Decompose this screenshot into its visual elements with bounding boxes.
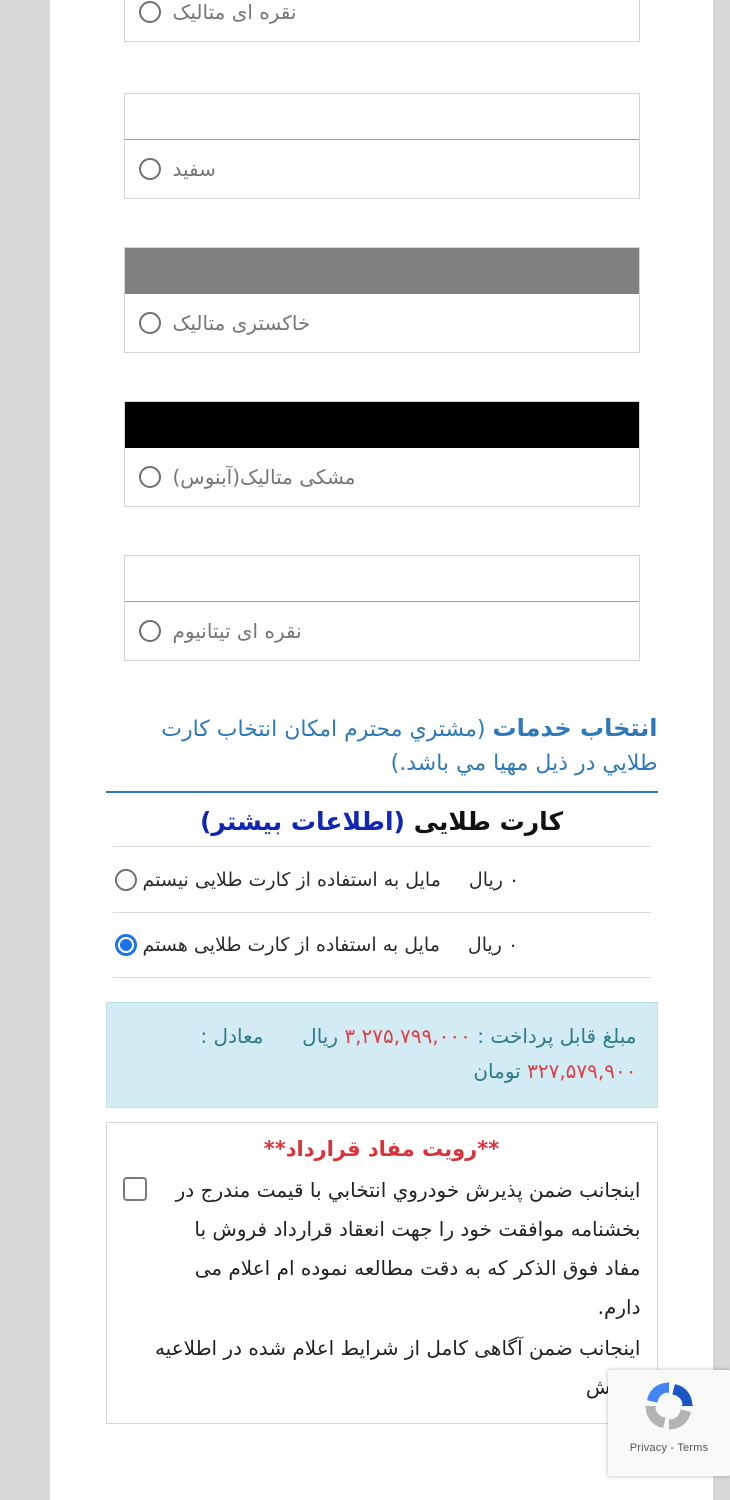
color-radio-titanium-silver[interactable]	[138, 620, 161, 642]
gold-card-option-price: ۰ ریال	[468, 868, 520, 891]
gold-card-option-price: ۰ ریال	[467, 934, 519, 957]
gold-card-option-label: مایل به استفاده از کارت طلایی نیستم	[142, 868, 441, 891]
gold-card-title: کارت طلایی (اطلاعات بیشتر)	[113, 793, 651, 846]
recaptcha-logo-icon	[608, 1370, 730, 1442]
recaptcha-privacy-link[interactable]: Privacy	[630, 1442, 667, 1454]
contract-accept-row[interactable]: اینجانب ضمن پذیرش خودروي انتخابي با قیمت…	[122, 1171, 641, 1327]
page-root: نقره ای متالیک سفید خاکستری متالیک مشکی …	[0, 0, 730, 1500]
gold-card-radio-decline[interactable]	[114, 868, 137, 891]
color-option-row[interactable]: مشکی متالیک(آبنوس)	[125, 448, 639, 506]
form-content: نقره ای متالیک سفید خاکستری متالیک مشکی …	[50, 0, 713, 1425]
contract-terms-title: **رویت مفاد قرارداد**	[263, 1137, 500, 1162]
color-option-row[interactable]: سفید	[125, 140, 639, 198]
color-option-label: نقره ای متالیک	[172, 0, 297, 24]
color-option-row[interactable]: نقره ای تیتانیوم	[125, 602, 639, 660]
equivalent-amount-currency: تومان	[473, 1059, 521, 1084]
services-section-heading: انتخاب خدمات (مشتري محترم امکان انتخاب ک…	[105, 710, 658, 794]
color-swatch-white	[124, 94, 639, 140]
gold-card-block: کارت طلایی (اطلاعات بیشتر) مایل به استفا…	[112, 793, 651, 979]
color-swatch-gray-metallic	[124, 248, 639, 294]
gold-card-option-label: مایل به استفاده از کارت طلایی هستم	[142, 934, 440, 957]
color-option-label: سفید	[172, 157, 216, 181]
color-option-row[interactable]: خاکستری متالیک	[125, 294, 639, 352]
contract-terms-box: **رویت مفاد قرارداد** اینجانب ضمن پذیرش …	[105, 1122, 658, 1425]
color-option-card[interactable]: مشکی متالیک(آبنوس)	[123, 401, 640, 507]
contract-accept-checkbox[interactable]	[122, 1177, 147, 1202]
color-option-label: خاکستری متالیک	[172, 311, 311, 335]
color-swatch-black-metallic	[124, 402, 639, 448]
color-option-card[interactable]: نقره ای متالیک	[123, 0, 640, 42]
equivalent-amount-label: معادل :	[200, 1024, 264, 1049]
contract-accept-text: اینجانب ضمن پذیرش خودروي انتخابي با قیمت…	[175, 1178, 641, 1320]
page-sheet: نقره ای متالیک سفید خاکستری متالیک مشکی …	[50, 0, 713, 1500]
color-option-card[interactable]: سفید	[123, 93, 640, 199]
payable-amount-currency: ریال	[302, 1024, 339, 1049]
color-swatch-titanium-silver	[124, 556, 639, 602]
payable-amount-label: مبلغ قابل پرداخت :	[477, 1024, 637, 1049]
services-heading-strong: انتخاب خدمات	[492, 714, 658, 742]
gold-card-title-text: کارت طلایی	[413, 807, 564, 837]
color-option-label: نقره ای تیتانیوم	[172, 619, 302, 643]
gold-card-option-row[interactable]: مایل به استفاده از کارت طلایی هستم ۰ ریا…	[112, 912, 651, 979]
recaptcha-separator: -	[670, 1442, 675, 1454]
color-option-label: مشکی متالیک(آبنوس)	[172, 465, 356, 489]
contract-next-paragraph: اینجانب ضمن آگاهی کامل از شرایط اعلام شد…	[154, 1336, 641, 1399]
recaptcha-terms-link[interactable]: Terms	[677, 1442, 708, 1454]
color-option-card[interactable]: خاکستری متالیک	[123, 247, 640, 353]
gold-card-radio-accept[interactable]	[114, 934, 137, 957]
payable-amount-box: مبلغ قابل پرداخت : ۳,۲۷۵,۷۹۹,۰۰۰ ریال مع…	[105, 1002, 658, 1109]
color-radio-black-metallic[interactable]	[138, 466, 161, 488]
color-radio-white[interactable]	[138, 158, 161, 180]
color-option-card[interactable]: نقره ای تیتانیوم	[123, 555, 640, 661]
color-radio-silver-metallic[interactable]	[138, 1, 161, 23]
equivalent-amount-value: ۳۲۷,۵۷۹,۹۰۰	[527, 1059, 637, 1084]
gold-card-option-row[interactable]: مایل به استفاده از کارت طلایی نیستم ۰ ری…	[112, 846, 651, 912]
recaptcha-links[interactable]: Privacy - Terms	[608, 1442, 730, 1454]
color-radio-gray-metallic[interactable]	[138, 312, 161, 334]
color-option-row[interactable]: نقره ای متالیک	[125, 0, 639, 41]
recaptcha-badge[interactable]: Privacy - Terms	[608, 1370, 730, 1476]
payable-amount-value: ۳,۲۷۵,۷۹۹,۰۰۰	[344, 1024, 471, 1049]
gold-card-more-info-link[interactable]: (اطلاعات بیشتر)	[200, 807, 405, 836]
